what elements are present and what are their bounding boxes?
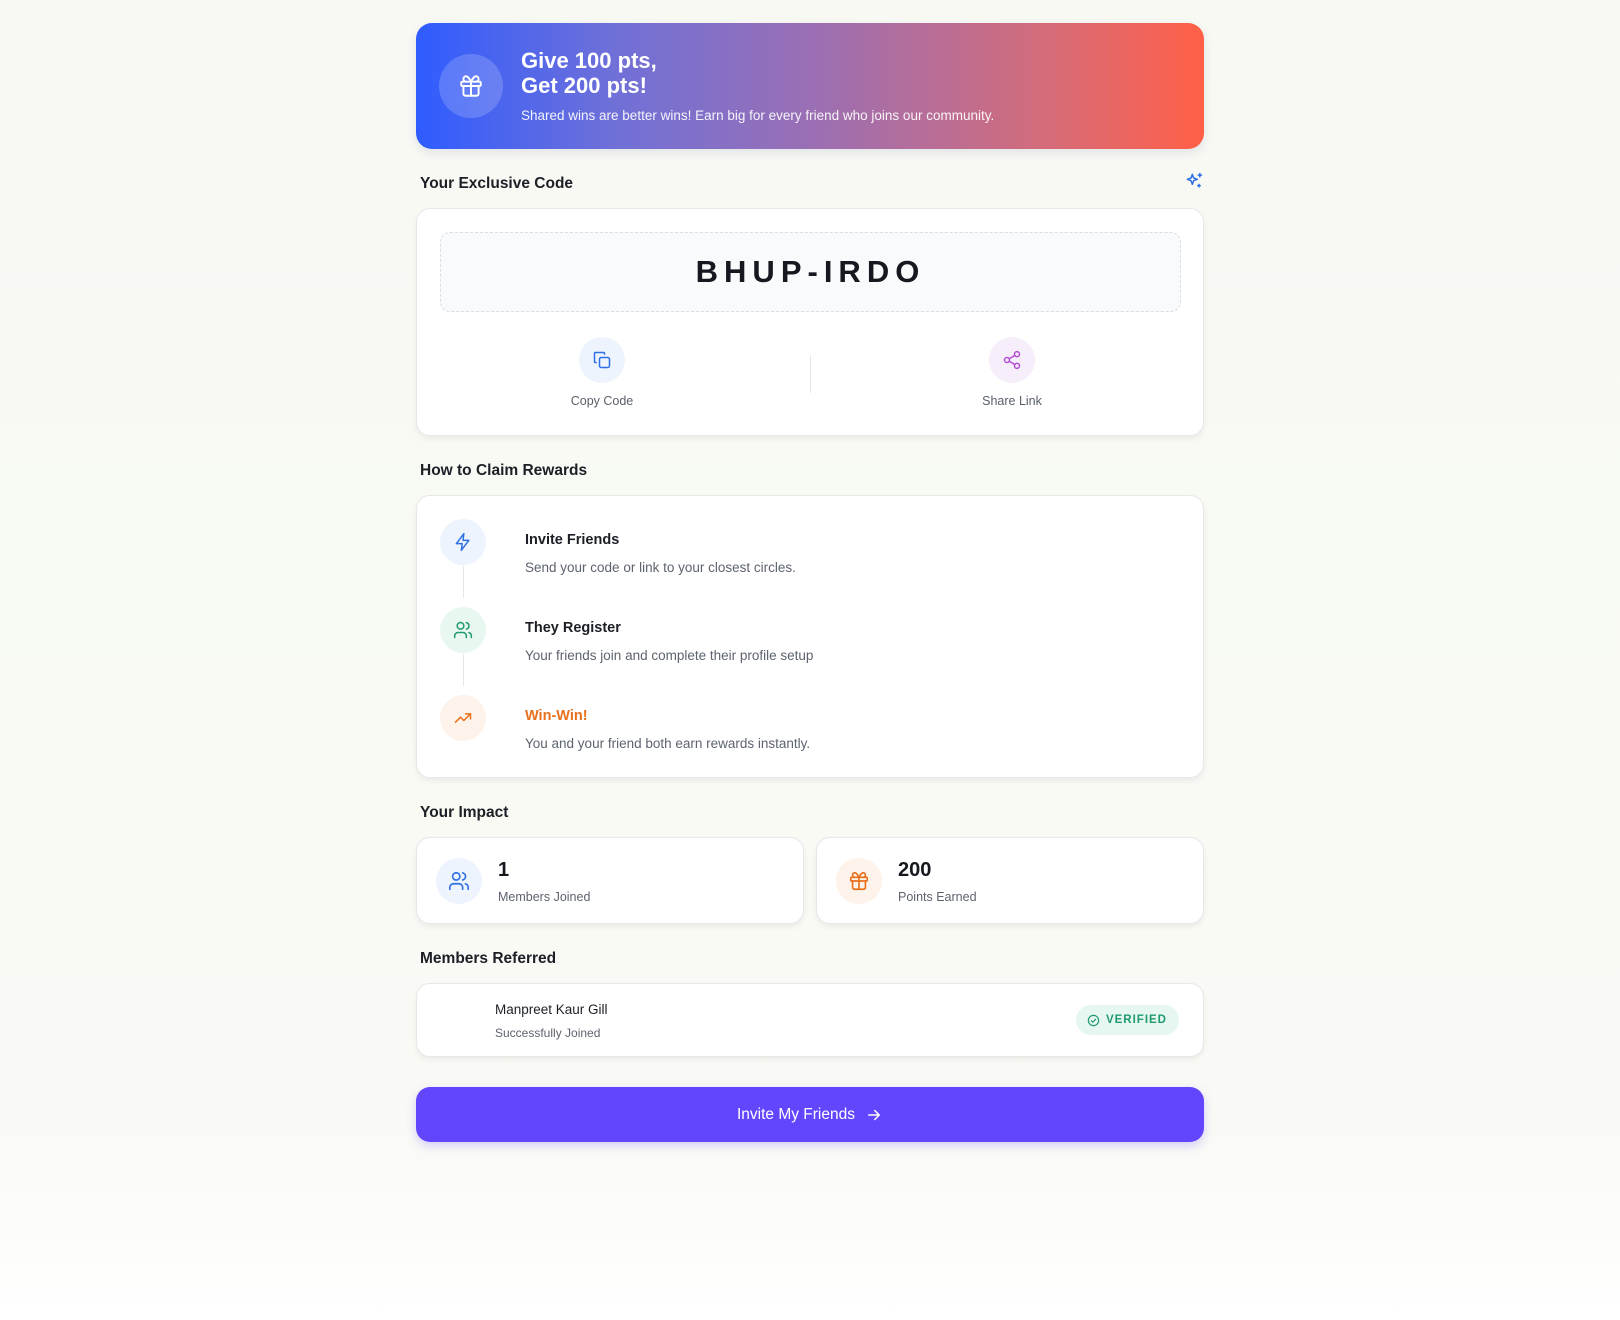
- promo-banner: Give 100 pts, Get 200 pts! Shared wins a…: [416, 23, 1204, 149]
- share-link-button[interactable]: Share Link: [942, 337, 1082, 408]
- step-description: Your friends join and complete their pro…: [525, 648, 814, 663]
- share-link-label: Share Link: [982, 394, 1042, 408]
- referral-code[interactable]: BHUP-IRDO: [440, 232, 1181, 312]
- impact-stats: 1 Members Joined 200 Points Earned: [416, 837, 1204, 924]
- code-card: BHUP-IRDO Copy Code Share Link: [416, 208, 1204, 436]
- code-section-heading: Your Exclusive Code: [416, 172, 1204, 195]
- check-circle-icon: [1087, 1014, 1100, 1026]
- step-title: They Register: [525, 620, 621, 636]
- trending-up-icon: [440, 695, 486, 741]
- status-badge: VERIFIED: [1075, 1005, 1179, 1035]
- users-icon: [436, 858, 482, 904]
- step-title: Win-Win!: [525, 708, 588, 724]
- members-joined-value: 1: [498, 859, 510, 881]
- badge-label: VERIFIED: [1105, 1014, 1167, 1026]
- steps-card: Invite Friends Send your code or link to…: [416, 495, 1204, 778]
- points-earned-label: Points Earned: [898, 890, 977, 904]
- lightning-icon: [440, 519, 486, 565]
- gift-icon: [836, 858, 882, 904]
- step-title: Invite Friends: [525, 532, 620, 548]
- banner-subtitle: Shared wins are better wins! Earn big fo…: [521, 108, 995, 123]
- impact-section-heading: Your Impact: [420, 804, 509, 821]
- copy-code-label: Copy Code: [570, 394, 634, 408]
- how-section-heading: How to Claim Rewards: [420, 462, 588, 479]
- banner-title-line1: Give 100 pts,: [521, 48, 657, 73]
- step-connector: [463, 654, 464, 686]
- copy-icon[interactable]: [579, 337, 625, 383]
- step-description: You and your friend both earn rewards in…: [525, 736, 811, 751]
- points-earned-card: 200 Points Earned: [816, 837, 1204, 924]
- gift-icon: [439, 54, 503, 118]
- share-icon[interactable]: [989, 337, 1035, 383]
- points-earned-value: 200: [898, 859, 932, 881]
- code-section-title: Your Exclusive Code: [420, 175, 574, 192]
- members-joined-label: Members Joined: [498, 890, 591, 904]
- member-status: Successfully Joined: [495, 1026, 601, 1040]
- sparkles-icon: [1184, 171, 1204, 196]
- banner-title-line2: Get 200 pts!: [521, 73, 647, 98]
- members-joined-card: 1 Members Joined: [416, 837, 804, 924]
- action-divider: [810, 355, 811, 393]
- banner-title: Give 100 pts, Get 200 pts!: [521, 48, 657, 98]
- step-description: Send your code or link to your closest c…: [525, 560, 796, 575]
- member-name: Manpreet Kaur Gill: [495, 1002, 608, 1017]
- invite-friends-button[interactable]: Invite My Friends: [416, 1087, 1204, 1142]
- step-connector: [463, 566, 464, 598]
- arrow-right-icon: [868, 1109, 880, 1120]
- referral-page: Give 100 pts, Get 200 pts! Shared wins a…: [416, 23, 1204, 1142]
- users-icon: [440, 607, 486, 653]
- list-item: Manpreet Kaur Gill Successfully Joined V…: [416, 983, 1204, 1057]
- copy-code-button[interactable]: Copy Code: [532, 337, 672, 408]
- members-section-heading: Members Referred: [420, 950, 557, 967]
- invite-button-label: Invite My Friends: [736, 1105, 855, 1123]
